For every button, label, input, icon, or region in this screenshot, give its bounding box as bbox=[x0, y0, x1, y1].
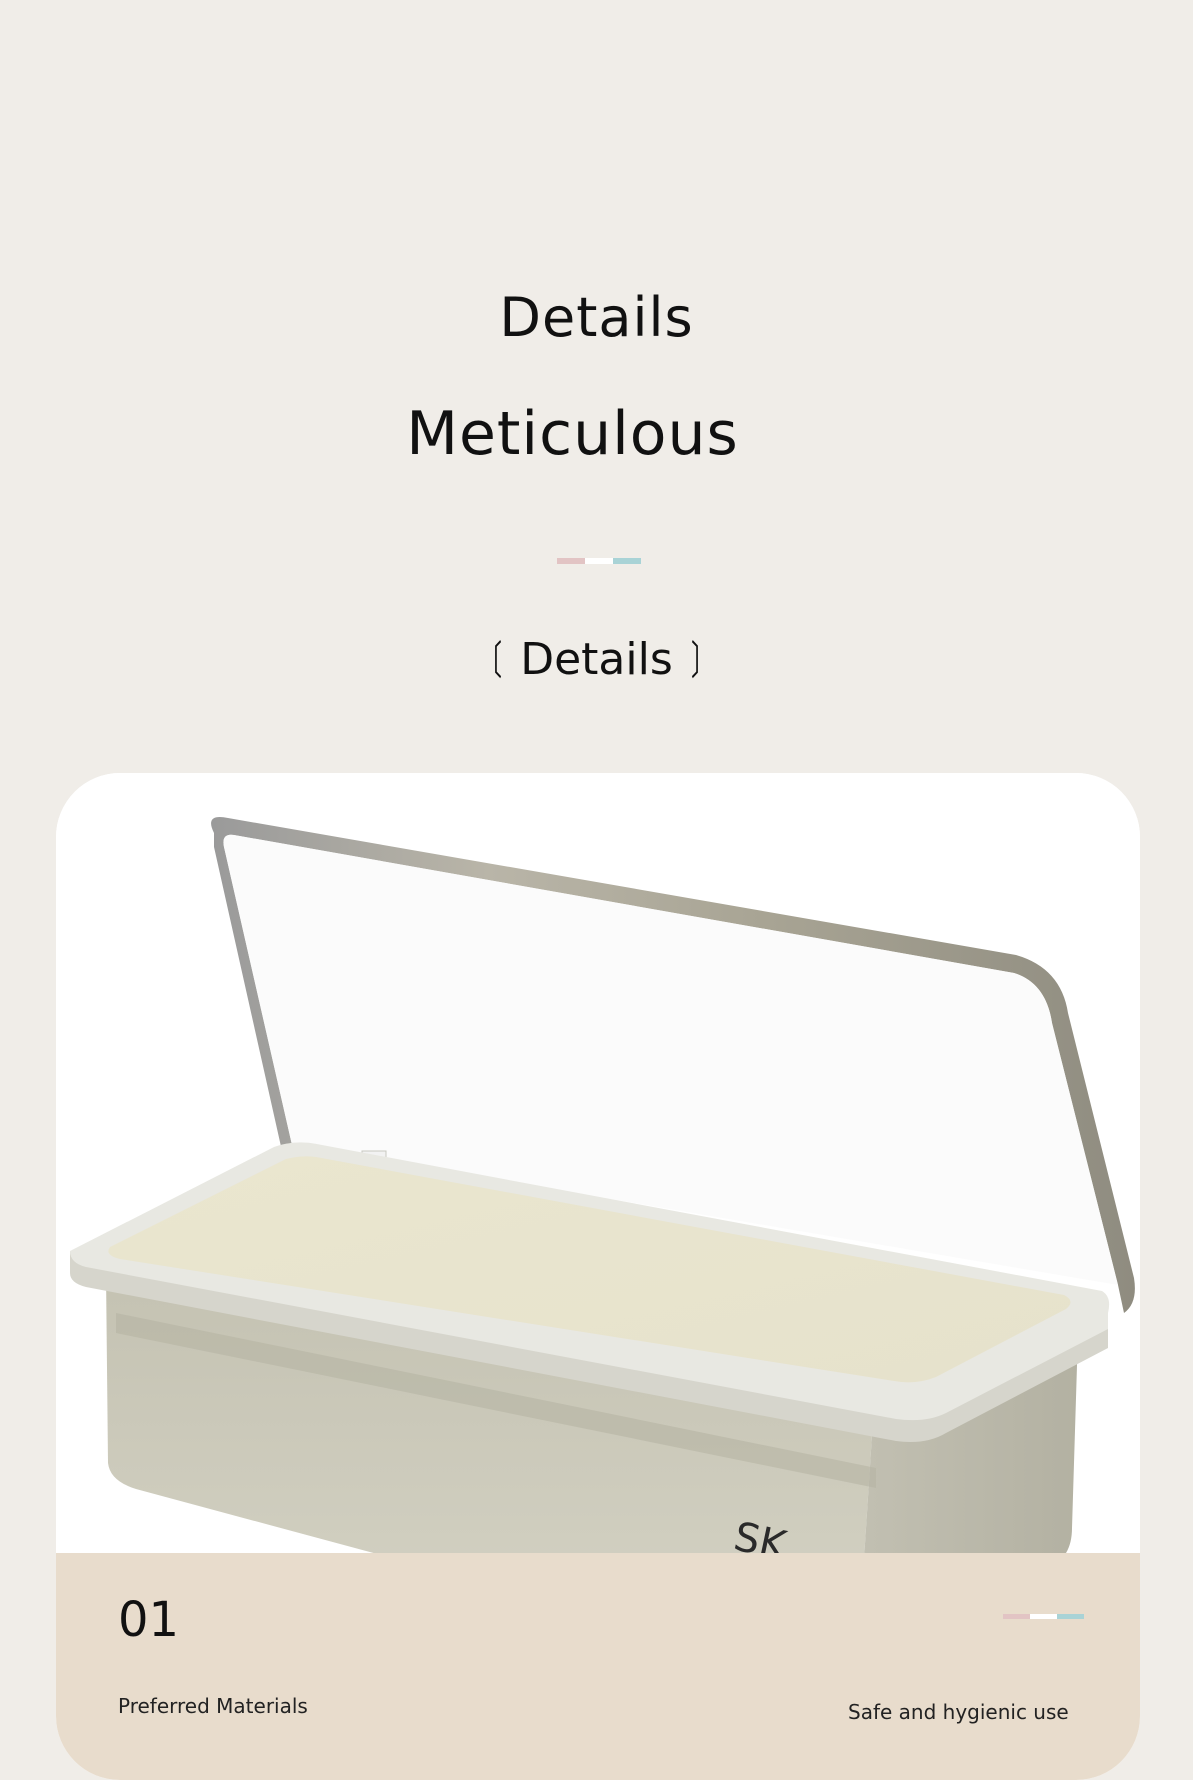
section-heading: 〔 Details 〕 bbox=[0, 632, 1193, 689]
feature-right-label: Safe and hygienic use bbox=[848, 1700, 1069, 1724]
section-heading-label: Details bbox=[520, 634, 673, 685]
divider-pink bbox=[1003, 1614, 1030, 1619]
bracket-close: 〕 bbox=[690, 638, 715, 684]
info-band bbox=[56, 1553, 1140, 1780]
divider-teal bbox=[1057, 1614, 1084, 1619]
bracket-open: 〔 bbox=[478, 638, 503, 684]
feature-left-label: Preferred Materials bbox=[118, 1694, 308, 1718]
divider-white bbox=[1030, 1614, 1057, 1619]
divider-white bbox=[585, 558, 613, 564]
product-card: SK 01 Preferred Materials Safe and hygie… bbox=[56, 773, 1140, 1780]
divider-pink bbox=[557, 558, 585, 564]
title-details: Details bbox=[499, 286, 694, 349]
title-meticulous: Meticulous bbox=[406, 399, 739, 469]
tricolor-divider bbox=[557, 558, 641, 564]
product-image: SK bbox=[56, 773, 1140, 1553]
tricolor-divider-card bbox=[1003, 1614, 1084, 1620]
divider-teal bbox=[613, 558, 641, 564]
feature-number: 01 bbox=[118, 1592, 180, 1648]
storage-box-illustration: SK bbox=[70, 817, 1135, 1553]
